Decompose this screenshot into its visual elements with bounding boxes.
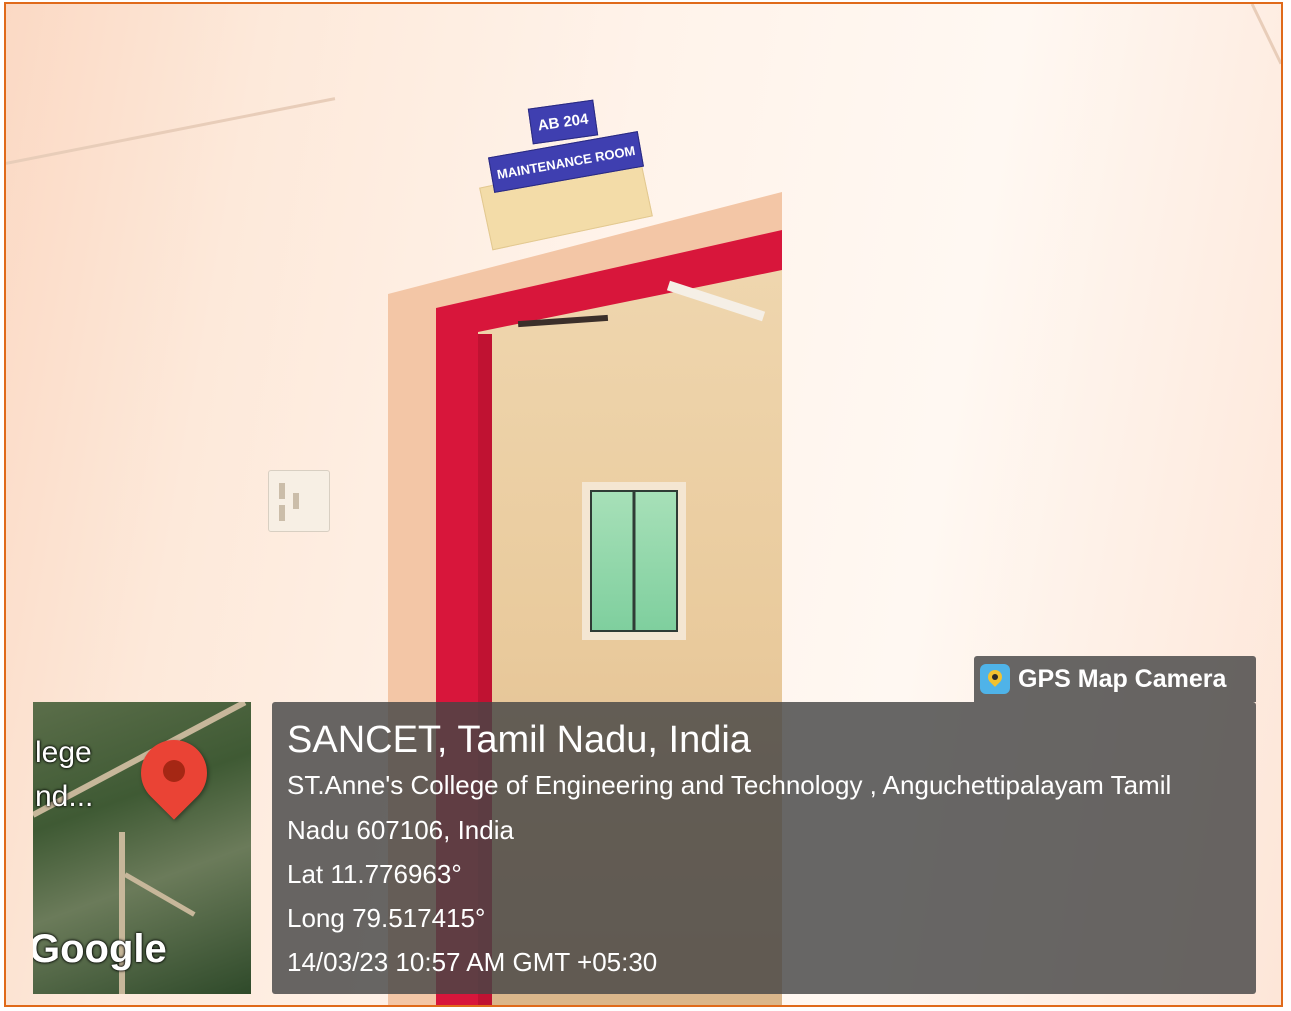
latitude: Lat 11.776963° <box>287 859 462 889</box>
location-info-box: SANCET, Tamil Nadu, India ST.Anne's Coll… <box>272 702 1256 994</box>
longitude: Long 79.517415° <box>287 903 486 933</box>
gps-map-camera-icon <box>980 664 1010 694</box>
map-label-top: lege <box>35 736 92 769</box>
timestamp: 14/03/23 10:57 AM GMT +05:30 <box>287 947 658 977</box>
switch-board <box>268 470 330 532</box>
gps-map-camera-badge: GPS Map Camera <box>974 656 1256 702</box>
window-glass <box>590 490 678 632</box>
room-window <box>582 482 686 640</box>
address-line-2: Nadu 607106, India <box>287 815 514 845</box>
map-label-bottom: nd... <box>35 780 94 813</box>
google-logo: Google <box>33 927 167 971</box>
map-thumbnail[interactable]: lege nd... Google <box>33 702 251 994</box>
place-title: SANCET, Tamil Nadu, India <box>287 719 751 761</box>
badge-label: GPS Map Camera <box>1018 664 1227 693</box>
map-pin-dot <box>163 760 185 782</box>
address-line-1: ST.Anne's College of Engineering and Tec… <box>287 770 1172 800</box>
